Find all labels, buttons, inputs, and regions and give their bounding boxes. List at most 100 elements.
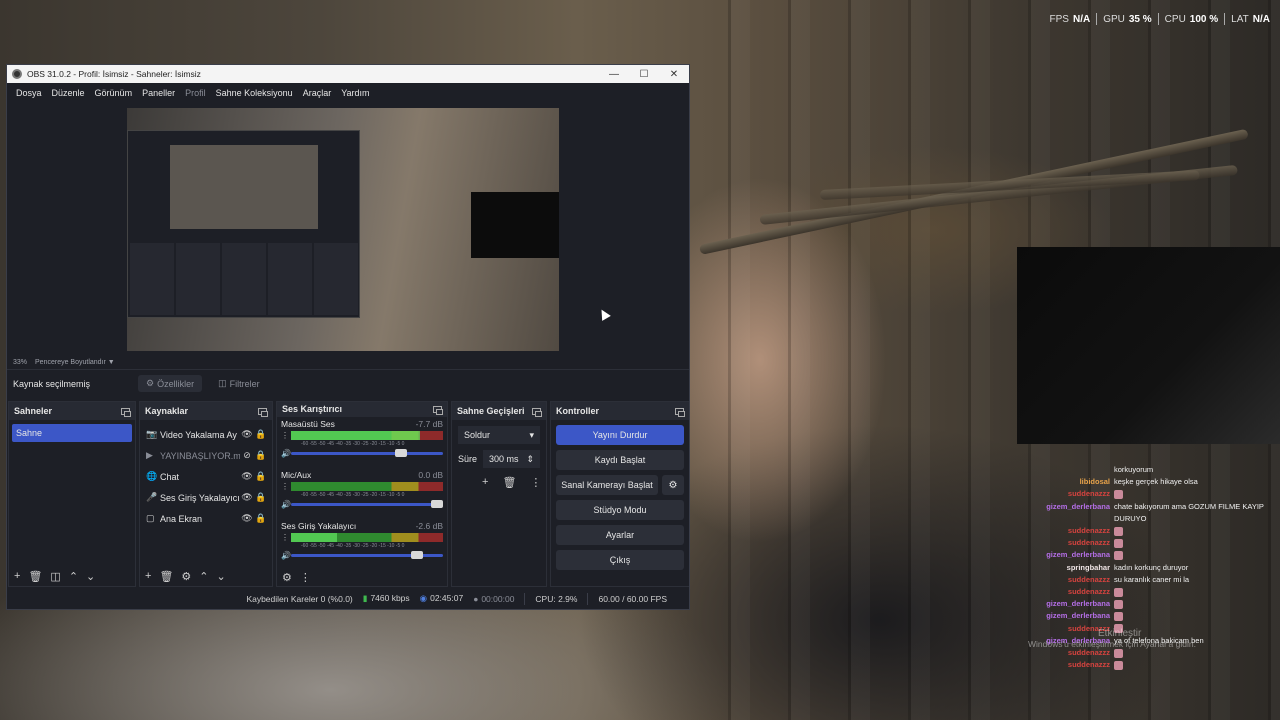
chevron-down-icon: ▼ [107,359,115,366]
menu-scene-collection[interactable]: Sahne Koleksiyonu [212,88,297,98]
more-options-icon[interactable]: ⋮ [281,482,289,491]
channel-db: 0.0 dB [418,469,443,480]
stepper-arrows-icon[interactable]: ⇕ [526,454,534,465]
chat-message: gizem_derlerbana [1040,549,1280,561]
menu-help[interactable]: Yardım [337,88,373,98]
undock-icon[interactable] [675,407,685,417]
speaker-icon[interactable]: 🔊 [281,551,291,560]
menu-docks[interactable]: Paneller [138,88,179,98]
volume-slider[interactable] [291,499,443,508]
trash-icon[interactable]: 🗑 [159,570,173,583]
eye-icon[interactable]: 👁 [240,471,254,482]
volume-slider[interactable] [291,550,443,559]
trash-icon[interactable]: 🗑 [502,476,516,489]
source-row[interactable]: 📷 Video Yakalama Ay 👁 🔒 [140,424,272,445]
more-options-icon[interactable]: ⋮ [530,476,541,489]
chat-text [1114,488,1280,500]
eye-hidden-icon[interactable]: ⊘ [240,450,254,461]
stop-stream-button[interactable]: Yayını Durdur [556,425,684,445]
lock-icon[interactable]: 🔒 [254,450,268,461]
more-options-icon[interactable]: ⋮ [300,571,311,584]
filters-button[interactable]: ◫ Filtreler [210,375,268,392]
lock-icon[interactable]: 🔒 [254,513,268,524]
chat-username: suddenazzz [1067,587,1110,597]
chevron-up-icon[interactable]: ⌃ [199,570,208,583]
menu-file[interactable]: Dosya [12,88,46,98]
camera-icon: 📷 [146,429,158,439]
scene-item[interactable]: Sahne [12,424,132,442]
channel-db: -7.7 dB [415,418,443,429]
exit-button[interactable]: Çıkış [556,550,684,570]
source-row[interactable]: ▶ YAYINBAŞLIYOR.m ⊘ 🔒 [140,445,272,466]
duration-stepper[interactable]: 300 ms ⇕ [483,450,540,468]
add-icon[interactable]: + [145,570,151,582]
chevron-down-icon[interactable]: ⌄ [86,570,95,583]
chevron-down-icon[interactable]: ⌄ [217,570,226,583]
chat-username: suddenazzz [1067,574,1110,584]
undock-icon[interactable] [433,405,443,415]
gear-icon[interactable]: ⚙ [662,475,684,495]
slider-handle[interactable] [411,550,424,559]
gear-icon[interactable]: ⚙ [181,570,191,583]
mixer-dock-header: Ses Karıştırıcı [277,402,447,417]
maximize-icon[interactable]: ☐ [629,69,659,80]
chat-message: suddenazzz su karanlık caner mi la [1040,574,1280,586]
trash-icon[interactable]: 🗑 [28,570,42,583]
undock-icon[interactable] [532,407,542,417]
undock-icon[interactable] [121,407,131,417]
status-separator [524,592,526,605]
volume-meter [291,430,443,440]
speaker-icon[interactable]: 🔊 [281,449,291,458]
source-row[interactable]: ▢ Ana Ekran 👁 🔒 [140,508,272,529]
settings-button[interactable]: Ayarlar [556,525,684,545]
undock-icon[interactable] [258,407,268,417]
preview-area[interactable] [7,102,689,356]
preview-canvas[interactable] [127,108,559,351]
stat-fps: FPS N/A [1049,13,1091,25]
add-icon[interactable]: + [14,570,20,582]
minimize-icon[interactable]: — [599,69,629,80]
chat-username: gizem_derlerbana [1046,501,1110,511]
channel-header: Ses Giriş Yakalayıcı -2.6 dB [281,521,443,531]
transition-actions: + 🗑 ⋮ [482,476,546,489]
more-options-icon[interactable]: ⋮ [281,533,289,542]
close-icon[interactable]: ✕ [659,69,689,80]
transitions-body: Soldur ▾ Süre 300 ms ⇕ + 🗑 ⋮ [452,420,546,586]
chat-message: suddenazzz [1040,586,1280,598]
chat-text: keşke gerçek hikaye olsa [1114,477,1198,487]
eye-icon[interactable]: 👁 [240,513,254,524]
studio-mode-button[interactable]: Stüdyo Modu [556,500,684,520]
menu-tools[interactable]: Araçlar [299,88,336,98]
menu-edit[interactable]: Düzenle [48,88,89,98]
menu-profile[interactable]: Profil [181,88,210,98]
volume-slider[interactable] [291,448,443,457]
fit-to-window-dropdown[interactable]: Pencereye Boyutlandır ▼ [35,359,115,366]
menu-view[interactable]: Görünüm [91,88,137,98]
slider-handle[interactable] [394,448,407,457]
title-bar[interactable]: OBS 31.0.2 - Profil: İsimsiz - Sahneler:… [7,65,689,83]
lock-icon[interactable]: 🔒 [254,492,268,503]
lock-icon[interactable]: 🔒 [254,471,268,482]
gear-icon[interactable]: ⚙ [282,571,292,584]
slider-handle[interactable] [431,499,443,508]
start-virtual-camera-button[interactable]: Sanal Kamerayı Başlat [556,475,658,495]
lock-icon[interactable]: 🔒 [254,429,268,440]
stat-separator [1096,13,1098,25]
chevron-up-icon[interactable]: ⌃ [69,570,78,583]
start-recording-button[interactable]: Kaydı Başlat [556,450,684,470]
properties-button[interactable]: ⚙ Özellikler [138,375,203,392]
speaker-icon[interactable]: 🔊 [281,500,291,509]
transition-type-select[interactable]: Soldur ▾ [458,426,540,444]
chat-message: gizem_derlerbana [1040,610,1280,622]
broadcast-icon: ◉ [419,593,428,603]
source-row[interactable]: 🎤 Ses Giriş Yakalayıcı 👁 🔒 [140,487,272,508]
mixer-channels: Masaüstü Ses -7.7 dB ⋮ -60 -55 -50 -45 -40 … [277,417,447,570]
chat-text [1114,549,1280,561]
eye-icon[interactable]: 👁 [240,429,254,440]
eye-icon[interactable]: 👁 [240,492,254,503]
more-options-icon[interactable]: ⋮ [281,431,289,440]
mixer-channel: Ses Giriş Yakalayıcı -2.6 dB ⋮ -60 -55 -50 … [277,519,447,570]
add-icon[interactable]: + [482,476,488,489]
filter-icon[interactable]: ◫ [50,570,60,583]
source-row[interactable]: 🌐 Chat 👁 🔒 [140,466,272,487]
